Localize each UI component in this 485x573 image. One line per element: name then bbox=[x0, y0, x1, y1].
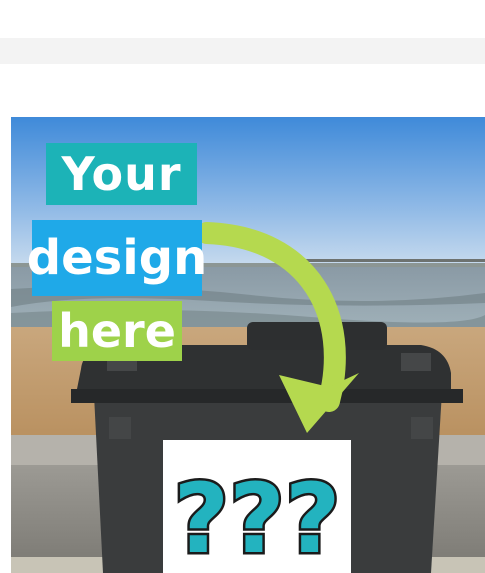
banner-line-design: design bbox=[27, 220, 207, 296]
banner-line-here: here bbox=[52, 301, 182, 361]
banner-line-your: Your bbox=[46, 143, 197, 205]
product-photo[interactable]: Your design here ??? bbox=[11, 117, 485, 573]
question-marks: ??? bbox=[173, 463, 340, 573]
question-marks-graphic: ??? bbox=[171, 461, 343, 573]
top-bar bbox=[0, 38, 485, 64]
placeholder-card: ??? bbox=[163, 440, 351, 573]
